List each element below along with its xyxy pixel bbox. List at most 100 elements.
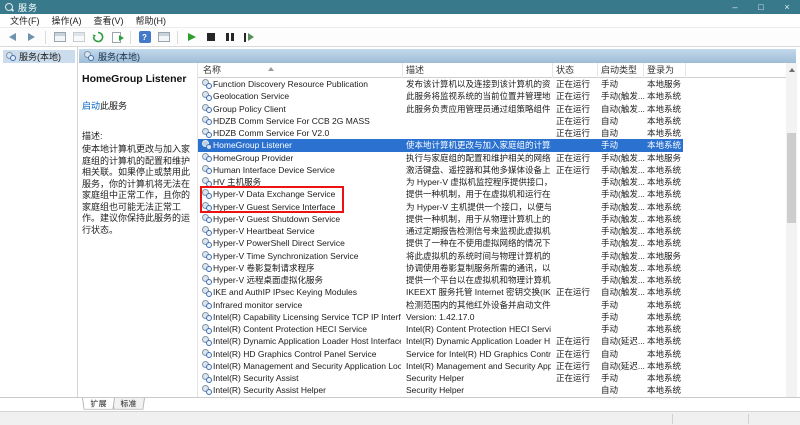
table-row[interactable]: HomeGroup Provider 执行与家庭组的配置和维护相关的网络任...…	[198, 152, 683, 164]
table-row[interactable]: Intel(R) Capability Licensing Service TC…	[198, 311, 683, 323]
column-header-logon-as[interactable]: 登录为	[644, 63, 686, 78]
forward-button[interactable]	[24, 30, 39, 44]
table-row[interactable]: Hyper-V Heartbeat Service 通过定期报告检测信号来监视此…	[198, 225, 683, 237]
menu-file[interactable]: 文件(F)	[4, 14, 46, 27]
table-row[interactable]: Infrared monitor service 检测范围内的其他红外设备并启动…	[198, 299, 683, 311]
table-row[interactable]: Intel(R) Dynamic Application Loader Host…	[198, 335, 683, 347]
table-row[interactable]: HV 主机服务 为 Hyper-V 虚拟机监控程序提供接口，以... 手动(触发…	[198, 176, 683, 188]
cell-status	[556, 311, 600, 323]
table-row[interactable]: HDZB Comm Service For CCB 2G MASS 正在运行 自…	[198, 115, 683, 127]
pause-service-icon	[225, 33, 234, 41]
cell-startup-type: 自动(触发...	[601, 103, 645, 114]
cell-status: 正在运行	[556, 103, 591, 114]
cell-description: Intel(R) Management and Security App...	[406, 360, 551, 371]
table-row[interactable]: Intel(R) Management and Security Applica…	[198, 360, 683, 372]
status-bar	[0, 411, 800, 425]
cell-name: Hyper-V PowerShell Direct Service	[213, 238, 345, 249]
pause-service-button[interactable]	[222, 30, 237, 44]
cell-description	[406, 127, 551, 139]
cell-status	[556, 176, 600, 188]
table-row[interactable]: Geolocation Service 此服务将监视系统的当前位置并管理地理..…	[198, 90, 683, 102]
cell-name: Hyper-V Data Exchange Service	[213, 189, 336, 200]
column-header-startup-type[interactable]: 启动类型	[598, 63, 644, 78]
tree-item-services-local[interactable]: 服务(本地)	[3, 50, 75, 63]
table-row[interactable]: Intel(R) HD Graphics Control Panel Servi…	[198, 348, 683, 360]
table-row[interactable]: IKE and AuthIP IPsec Keying Modules IKEE…	[198, 286, 683, 298]
maximize-button[interactable]: □	[748, 0, 774, 14]
table-row[interactable]: Human Interface Device Service 激活键盘、遥控器和…	[198, 164, 683, 176]
help-icon: ?	[138, 31, 151, 43]
tab-strip: 扩展 标准	[0, 397, 800, 411]
column-header-status[interactable]: 状态	[553, 63, 598, 78]
table-row[interactable]: Intel(R) Security Assist Security Helper…	[198, 372, 683, 384]
cell-logon-as: 本地系统	[647, 140, 682, 151]
table-row[interactable]: Hyper-V 卷影复制请求程序 协调使用卷影复制服务所需的通讯，以从... 手…	[198, 262, 683, 274]
table-row[interactable]: Hyper-V Data Exchange Service 提供一种机制，用于在…	[198, 188, 683, 200]
tab-extended[interactable]: 扩展	[82, 398, 116, 410]
table-row[interactable]: HDZB Comm Service For V2.0 正在运行 自动 本地系统	[198, 127, 683, 139]
service-icon	[202, 250, 212, 261]
cell-startup-type: 手动(触发...	[601, 275, 645, 285]
restart-service-button[interactable]	[241, 30, 256, 44]
cell-status	[556, 299, 600, 311]
cell-status: 正在运行	[556, 79, 591, 89]
stop-service-icon	[206, 33, 215, 41]
table-row[interactable]: Hyper-V Time Synchronization Service 将此虚…	[198, 250, 683, 262]
table-row[interactable]: Hyper-V PowerShell Direct Service 提供了一种在…	[198, 237, 683, 249]
scrollbar-thumb[interactable]	[787, 133, 796, 223]
stop-service-button[interactable]	[203, 30, 218, 44]
show-action-pane-button[interactable]	[156, 30, 171, 44]
service-icon	[202, 336, 212, 346]
show-console-tree-button[interactable]	[52, 30, 67, 44]
properties-button[interactable]	[71, 30, 86, 44]
menu-view[interactable]: 查看(V)	[88, 14, 130, 27]
start-service-link[interactable]: 启动	[82, 101, 100, 111]
menu-action[interactable]: 操作(A)	[46, 14, 88, 27]
table-row[interactable]: Group Policy Client 此服务负责应用管理员通过组策略组件为..…	[198, 103, 683, 115]
cell-startup-type: 手动	[601, 373, 619, 383]
table-row[interactable]: Hyper-V 远程桌面虚拟化服务 提供一个平台以在虚拟机和物理计算机上... …	[198, 274, 683, 286]
cell-startup-type: 手动(触发...	[601, 201, 645, 212]
restart-service-icon	[243, 32, 254, 42]
service-icon	[202, 262, 212, 273]
back-button[interactable]	[5, 30, 20, 44]
cell-startup-type: 自动	[601, 385, 619, 396]
service-icon	[202, 164, 212, 175]
menu-help[interactable]: 帮助(H)	[130, 14, 173, 27]
help-button[interactable]: ?	[137, 30, 152, 44]
cell-description: IKEEXT 服务托管 Internet 密钥交换(IKE)...	[406, 287, 551, 298]
service-icon	[202, 128, 212, 138]
cell-status	[556, 201, 600, 213]
table-row[interactable]: Hyper-V Guest Service Interface 为 Hyper-…	[198, 201, 683, 213]
table-row[interactable]: Intel(R) Content Protection HECI Service…	[198, 323, 683, 335]
cell-status: 正在运行	[556, 360, 591, 371]
column-header-description[interactable]: 描述	[403, 63, 553, 78]
show-action-pane-icon	[157, 32, 170, 42]
list-header: 名称 描述 状态 启动类型 登录为	[198, 63, 787, 78]
cell-name: Function Discovery Resource Publication	[213, 79, 368, 89]
table-row[interactable]: Function Discovery Resource Publication …	[198, 78, 683, 90]
cell-name: Hyper-V Time Synchronization Service	[213, 250, 359, 261]
refresh-icon	[92, 31, 103, 43]
service-icon	[202, 115, 212, 126]
cell-description: 此服务将监视系统的当前位置并管理地理...	[406, 91, 551, 102]
cell-name: Human Interface Device Service	[213, 164, 335, 175]
column-header-name[interactable]: 名称	[200, 63, 403, 78]
minimize-button[interactable]: –	[722, 0, 748, 14]
properties-icon	[72, 32, 85, 42]
cell-description: 将此虚拟机的系统时间与物理计算机的系...	[406, 250, 551, 261]
table-row[interactable]: Intel(R) Security Assist Helper Security…	[198, 384, 683, 396]
scroll-up-button[interactable]	[786, 63, 797, 76]
table-row[interactable]: HomeGroup Listener 使本地计算机更改与加入家庭组的计算机...…	[198, 139, 683, 152]
export-list-button[interactable]	[109, 30, 124, 44]
start-service-suffix: 此服务	[100, 101, 128, 111]
start-service-button[interactable]	[184, 30, 199, 44]
service-icon	[202, 152, 212, 163]
tab-standard[interactable]: 标准	[112, 398, 146, 410]
services-window: 服务 – □ × 文件(F) 操作(A) 查看(V) 帮助(H) ? 服务(本地…	[0, 0, 800, 425]
vertical-scrollbar[interactable]	[786, 63, 797, 411]
cell-logon-as: 本地系统	[647, 336, 682, 347]
close-button[interactable]: ×	[774, 0, 800, 14]
table-row[interactable]: Hyper-V Guest Shutdown Service 提供一种机制，用于…	[198, 213, 683, 225]
refresh-button[interactable]	[90, 30, 105, 44]
